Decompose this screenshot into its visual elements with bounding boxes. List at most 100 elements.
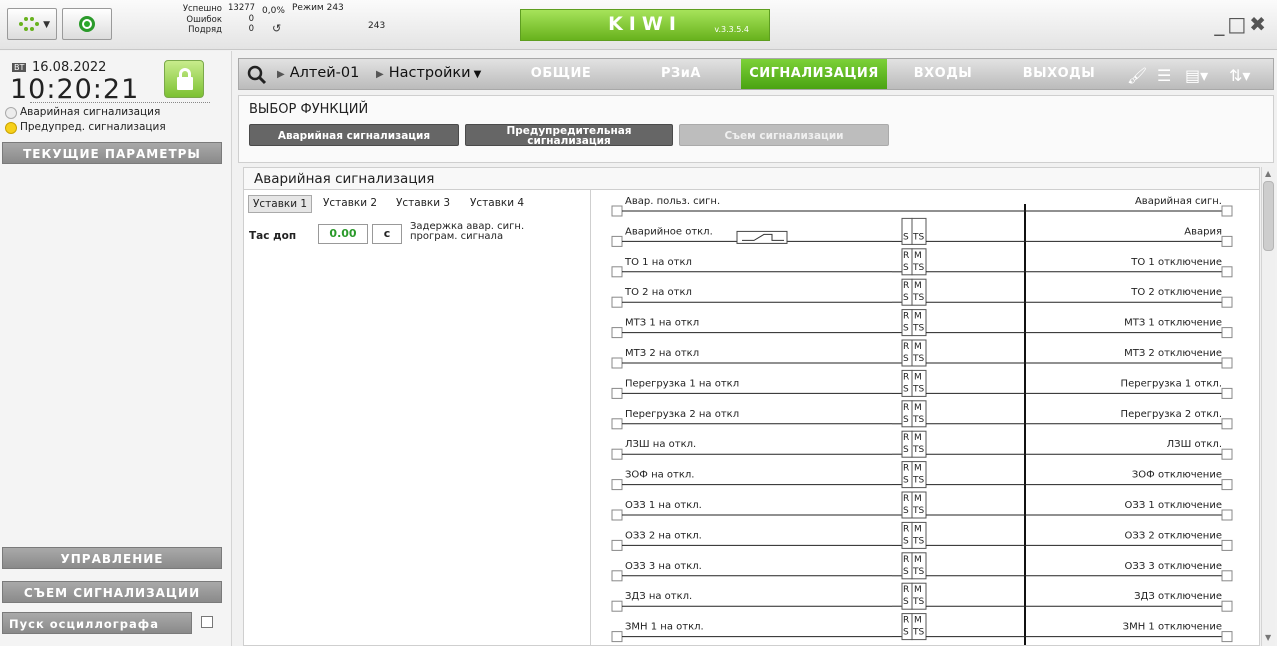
input-checkbox[interactable] <box>611 570 623 582</box>
output-checkbox[interactable] <box>1221 327 1233 339</box>
rs-label: S <box>903 415 909 425</box>
tac-input[interactable]: 0.00 <box>318 224 368 244</box>
output-checkbox[interactable] <box>1221 631 1233 643</box>
input-checkbox[interactable] <box>611 296 623 308</box>
control-button[interactable]: УПРАВЛЕНИЕ <box>2 547 222 569</box>
lock-button[interactable] <box>164 60 204 98</box>
rs-label: S <box>903 536 909 546</box>
input-checkbox[interactable] <box>611 631 623 643</box>
rs-label: TS <box>912 445 924 455</box>
chevron-down-icon: ▼ <box>473 69 482 80</box>
output-checkbox[interactable] <box>1221 235 1233 247</box>
tab-alarm[interactable]: СИГНАЛИЗАЦИЯ <box>741 59 887 89</box>
breadcrumb-settings[interactable]: ▶ Настройки ▼ <box>376 65 481 81</box>
output-checkbox[interactable] <box>1221 600 1233 612</box>
activity-menu-button[interactable]: ▼ <box>7 8 57 40</box>
rs-label: S <box>903 506 909 516</box>
rs-label: S <box>903 232 909 242</box>
input-checkbox[interactable] <box>611 327 623 339</box>
current-params-button[interactable]: ТЕКУЩИЕ ПАРАМЕТРЫ <box>2 142 222 164</box>
sort-icon[interactable]: ⇅▾ <box>1229 66 1250 85</box>
output-checkbox[interactable] <box>1221 479 1233 491</box>
input-checkbox[interactable] <box>611 448 623 460</box>
tab-outputs[interactable]: ВЫХОДЫ <box>999 59 1119 89</box>
output-checkbox[interactable] <box>1221 205 1233 217</box>
rs-label: TS <box>912 293 924 303</box>
rs-label: S <box>903 476 909 486</box>
rs-label: R <box>903 555 909 565</box>
search-icon[interactable] <box>247 65 267 85</box>
rs-label: M <box>914 281 922 291</box>
oscillograph-start-button[interactable]: Пуск осциллографа <box>2 612 192 634</box>
setting-tab-4[interactable]: Уставки 4 <box>466 195 528 211</box>
input-checkbox[interactable] <box>611 600 623 612</box>
rs-label: S <box>903 628 909 638</box>
version-label: v.3.3.5.4 <box>714 25 749 34</box>
output-checkbox[interactable] <box>1221 357 1233 369</box>
output-checkbox[interactable] <box>1221 570 1233 582</box>
tab-general[interactable]: ОБЩИЕ <box>501 59 621 89</box>
document-icon[interactable]: ▤▾ <box>1185 66 1208 85</box>
rs-label: TS <box>912 263 924 273</box>
breadcrumb-label: Настройки <box>388 65 471 81</box>
tab-rzia[interactable]: РЗиА <box>621 59 741 89</box>
rs-label: TS <box>912 597 924 607</box>
output-signal-label: МТЗ 2 отключение <box>1124 348 1222 359</box>
connection-button[interactable] <box>62 8 112 40</box>
input-signal-label: ОЗЗ 1 на откл. <box>625 500 702 511</box>
date-label: 16.08.2022 <box>32 60 107 75</box>
output-checkbox[interactable] <box>1221 418 1233 430</box>
scroll-thumb[interactable] <box>1263 181 1274 251</box>
tab-inputs[interactable]: ВХОДЫ <box>887 59 999 89</box>
scroll-down-icon[interactable]: ▼ <box>1265 633 1271 642</box>
brush-icon[interactable]: 🖌 <box>1127 66 1147 85</box>
breadcrumb-device[interactable]: ▶ Алтей-01 <box>277 65 359 81</box>
output-checkbox[interactable] <box>1221 266 1233 278</box>
emergency-alarm-button[interactable]: Аварийная сигнализация <box>249 124 459 146</box>
input-signal-label: ЗОФ на откл. <box>625 470 694 481</box>
input-signal-label: ОЗЗ 3 на откл. <box>625 561 702 572</box>
scroll-up-icon[interactable]: ▲ <box>1265 169 1271 178</box>
input-checkbox[interactable] <box>611 509 623 521</box>
stats-labels: Успешно Ошибок Подряд <box>160 4 222 36</box>
input-checkbox[interactable] <box>611 418 623 430</box>
input-signal-label: МТЗ 2 на откл <box>625 348 699 359</box>
output-checkbox[interactable] <box>1221 296 1233 308</box>
reset-alarm-button[interactable]: СЪЕМ СИГНАЛИЗАЦИИ <box>2 581 222 603</box>
output-checkbox[interactable] <box>1221 509 1233 521</box>
output-signal-label: Перегрузка 2 откл. <box>1121 409 1222 420</box>
rs-label: M <box>914 494 922 504</box>
list-icon[interactable]: ☰ <box>1157 66 1171 85</box>
tac-description-line: програм. сигнала <box>410 231 504 242</box>
setting-tab-1[interactable]: Уставки 1 <box>248 195 313 213</box>
vertical-scrollbar[interactable]: ▲ ▼ <box>1261 167 1275 646</box>
warning-alarm-button[interactable]: Предупредительная сигнализация <box>465 124 673 146</box>
output-checkbox[interactable] <box>1221 387 1233 399</box>
divider <box>30 102 210 103</box>
errors-count: 0 <box>248 13 254 24</box>
input-checkbox[interactable] <box>611 235 623 247</box>
output-checkbox[interactable] <box>1221 448 1233 460</box>
setting-tab-3[interactable]: Уставки 3 <box>392 195 454 211</box>
oscillograph-checkbox[interactable] <box>201 616 213 628</box>
input-checkbox[interactable] <box>611 479 623 491</box>
reset-alarm-function-button[interactable]: Съем сигнализации <box>679 124 889 146</box>
rs-label: R <box>903 464 909 474</box>
input-checkbox[interactable] <box>611 205 623 217</box>
output-checkbox[interactable] <box>1221 539 1233 551</box>
input-checkbox[interactable] <box>611 387 623 399</box>
output-signal-label: ЗДЗ отключение <box>1134 591 1222 602</box>
brand-banner: KIWI v.3.3.5.4 <box>520 9 770 41</box>
input-checkbox[interactable] <box>611 357 623 369</box>
cycle-icon: ↺ <box>272 22 282 35</box>
rs-label: M <box>914 403 922 413</box>
setting-tab-2[interactable]: Уставки 2 <box>319 195 381 211</box>
input-checkbox[interactable] <box>611 539 623 551</box>
window-controls[interactable]: _□✖ <box>1214 12 1269 36</box>
rs-label: R <box>903 433 909 443</box>
retries-count: 0 <box>248 24 254 34</box>
input-checkbox[interactable] <box>611 266 623 278</box>
chevron-right-icon: ▶ <box>376 69 384 80</box>
panel-title: Аварийная сигнализация <box>244 168 1259 190</box>
rs-label: R <box>903 524 909 534</box>
